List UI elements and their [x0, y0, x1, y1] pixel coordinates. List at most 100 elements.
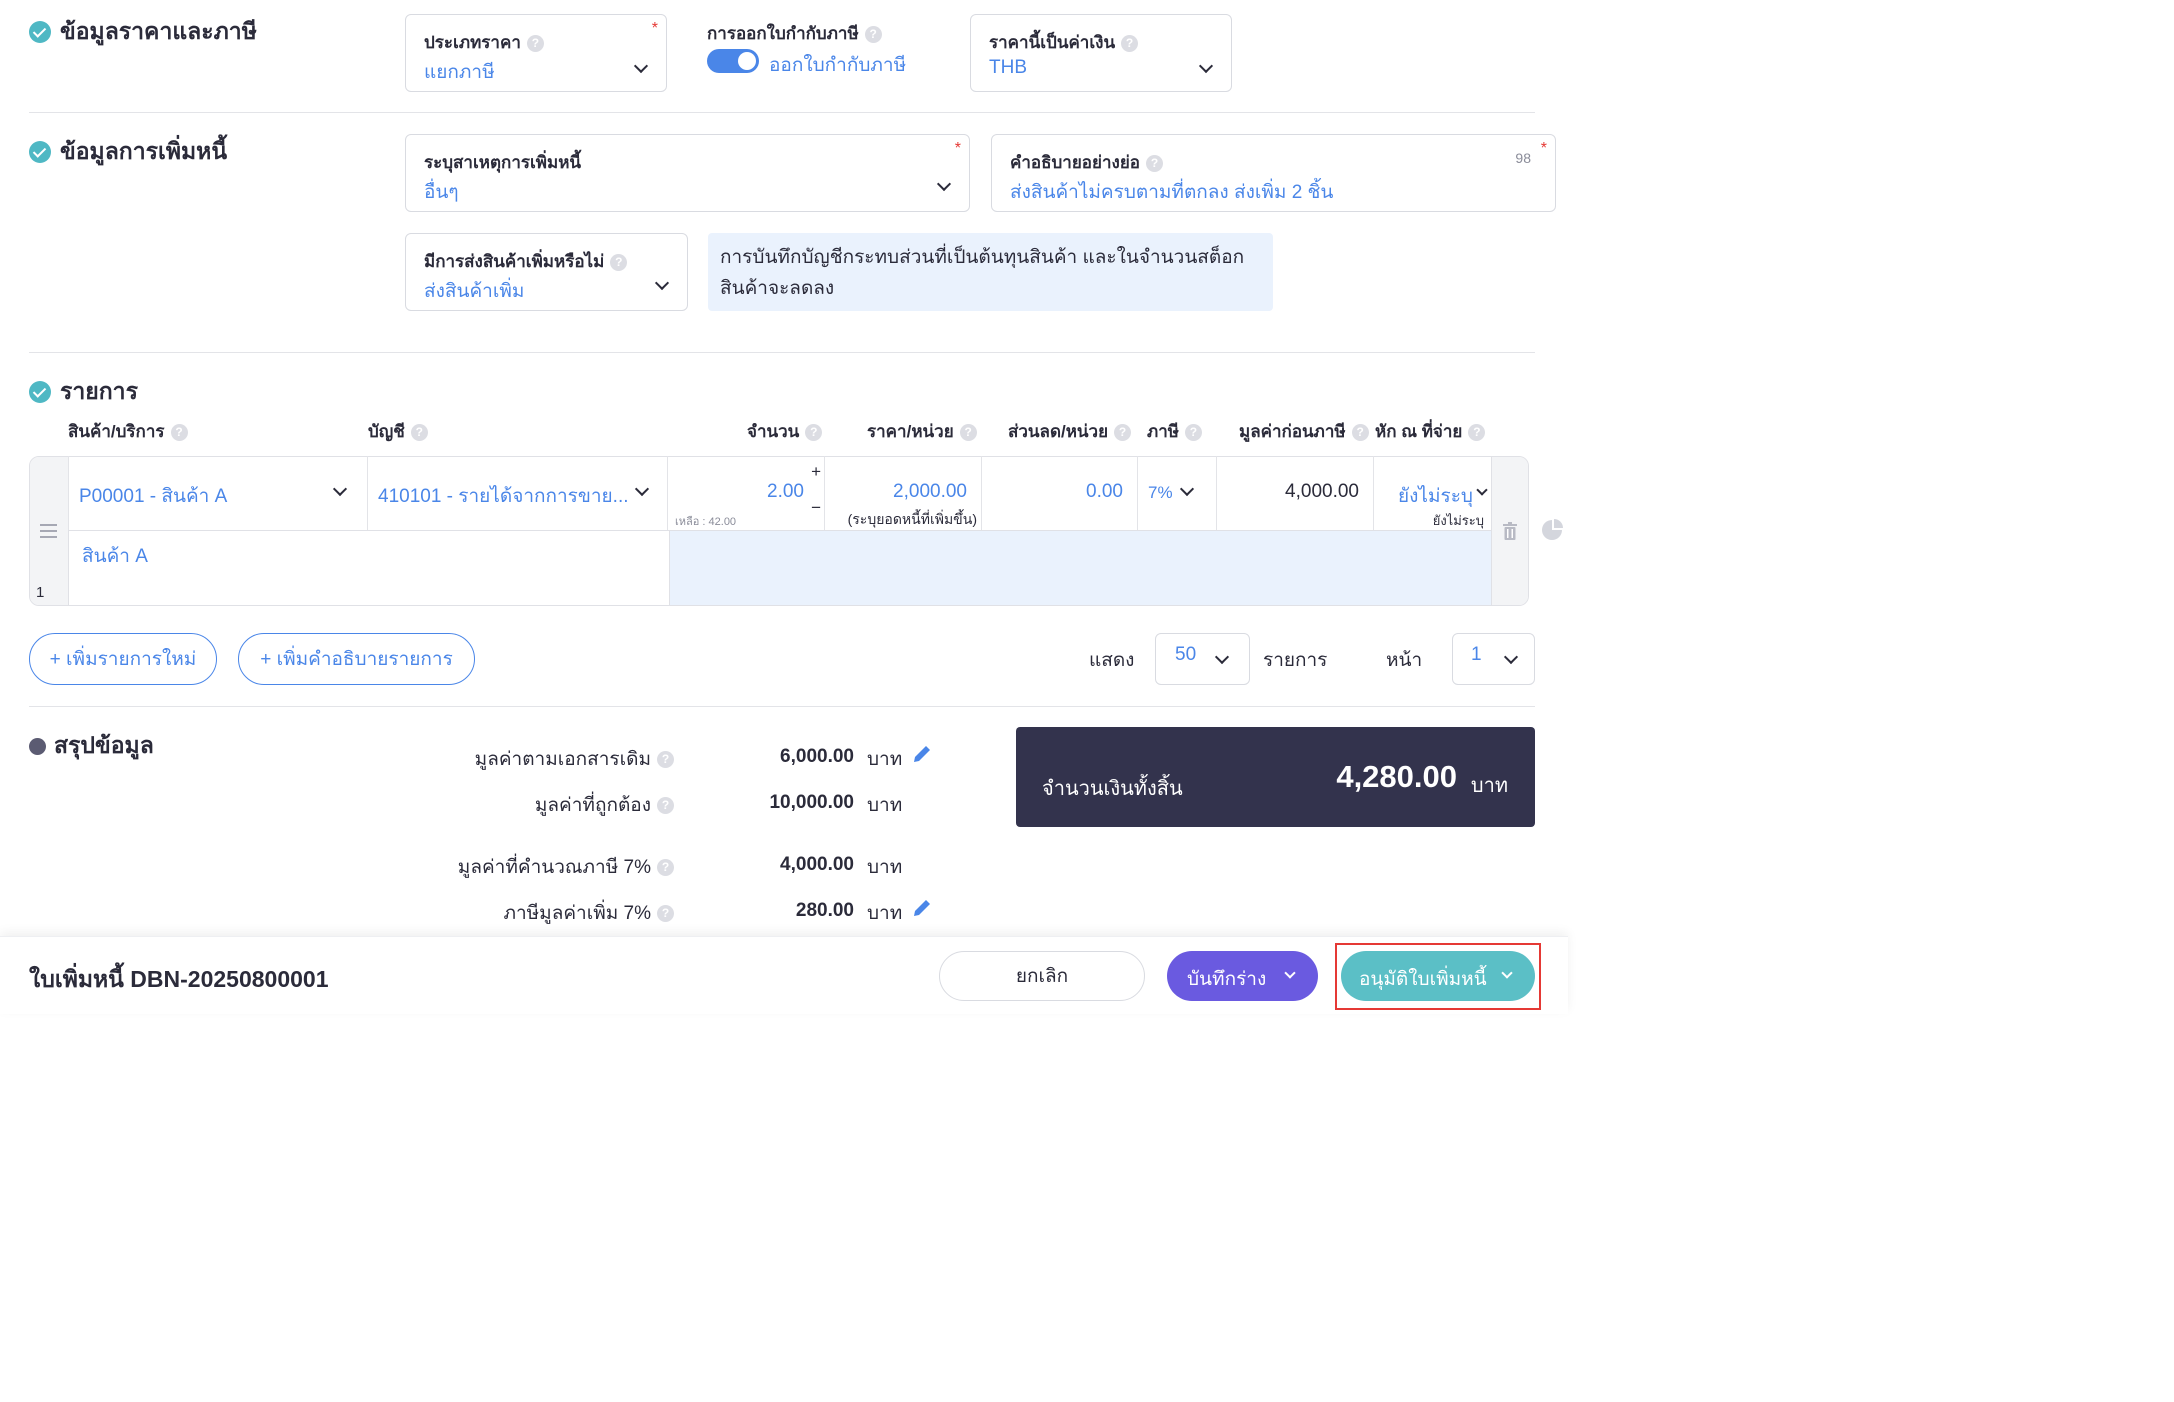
price-type-select[interactable]: ประเภทราคา? * แยกภาษี — [405, 14, 667, 92]
char-counter: 98 — [1515, 150, 1531, 166]
total-value: 4,280.00 — [1336, 759, 1457, 794]
col-header-tax: ภาษี? — [1147, 418, 1202, 445]
unit-price-input[interactable]: 2,000.00 (ระบุยอดหนี้ที่เพิ่มขึ้น) — [825, 456, 982, 530]
chevron-down-icon — [936, 176, 952, 192]
chevron-down-icon — [1198, 58, 1214, 74]
product-select[interactable]: P00001 - สินค้า A — [68, 456, 368, 530]
product-value: P00001 - สินค้า A — [79, 486, 228, 507]
col-header-withholding: หัก ณ ที่จ่าย? — [1375, 418, 1486, 445]
tax-value: 7% — [1148, 483, 1173, 502]
decrement-icon[interactable]: − — [811, 498, 821, 518]
status-dot — [29, 737, 46, 755]
row-divider — [69, 530, 1491, 531]
account-value: 410101 - รายได้จากการขาย... — [378, 486, 629, 507]
qty-value: 2.00 — [767, 481, 804, 502]
divider — [29, 112, 1535, 113]
tax-invoice-toggle[interactable] — [707, 49, 759, 73]
chevron-down-icon — [1501, 967, 1513, 979]
section-debit-info: ข้อมูลการเพิ่มหนี้ — [29, 134, 227, 170]
col-header-discount: ส่วนลด/หน่วย? — [1008, 418, 1132, 445]
debit-reason-select[interactable]: ระบุสาเหตุการเพิ่มหนี้ * อื่นๆ — [405, 134, 970, 212]
info-note: การบันทึกบัญชีกระทบส่วนที่เป็นต้นทุนสินค… — [708, 233, 1273, 311]
approve-button[interactable]: อนุมัติใบเพิ่มหนี้ — [1341, 951, 1535, 1001]
qty-remaining: เหลือ : 42.00 — [675, 516, 737, 528]
short-description-field[interactable]: คำอธิบายอย่างย่อ? 98 * ส่งสินค้าไม่ครบตา… — [991, 134, 1556, 212]
help-icon: ? — [657, 905, 674, 923]
page-select[interactable]: 1 — [1452, 633, 1535, 685]
section-summary: สรุปข้อมูล — [29, 728, 154, 764]
item-description[interactable]: สินค้า A — [82, 541, 148, 571]
total-currency: บาท — [1470, 775, 1508, 797]
add-description-button[interactable]: + เพิ่มคำอธิบายรายการ — [238, 633, 475, 685]
divider — [29, 352, 1535, 353]
required-marker: * — [1540, 140, 1547, 157]
tax-invoice-value: ออกใบกำกับภาษี — [769, 55, 907, 76]
extra-goods-select[interactable]: มีการส่งสินค้าเพิ่มหรือไม่? ส่งสินค้าเพิ… — [405, 233, 688, 311]
discount-input[interactable]: 0.00 — [982, 456, 1138, 530]
chevron-down-icon — [1214, 649, 1230, 665]
chevron-down-icon — [332, 481, 348, 497]
total-label: จำนวนเงินทั้งสิ้น — [1042, 778, 1183, 800]
toggle-knob — [738, 52, 756, 70]
row-divider — [669, 531, 670, 605]
section-price-tax: ข้อมูลราคาและภาษี — [29, 14, 257, 50]
document-title: ใบเพิ่มหนี้ DBN-20250800001 — [29, 966, 329, 992]
trash-icon[interactable] — [1502, 522, 1518, 540]
check-icon — [29, 381, 51, 403]
help-icon: ? — [170, 424, 188, 442]
check-icon — [29, 141, 51, 163]
help-icon: ? — [410, 424, 428, 442]
debit-reason-label: ระบุสาเหตุการเพิ่มหนี้ — [424, 153, 582, 172]
chevron-down-icon — [1179, 481, 1195, 497]
help-icon: ? — [1121, 35, 1139, 53]
currency-unit: บาท — [867, 749, 903, 770]
save-draft-button[interactable]: บันทึกร่าง — [1167, 951, 1318, 1001]
items-label: รายการ — [1263, 650, 1328, 671]
qty-stepper[interactable]: 2.00 เหลือ : 42.00 + − — [668, 456, 825, 530]
cancel-button[interactable]: ยกเลิก — [939, 951, 1145, 1001]
drag-handle-icon[interactable] — [40, 524, 57, 538]
divider — [29, 706, 1535, 707]
extra-goods-label: มีการส่งสินค้าเพิ่มหรือไม่ — [424, 252, 605, 271]
price-type-value: แยกภาษี — [424, 62, 495, 83]
pre-tax-value: 4,000.00 — [1285, 481, 1359, 502]
tax-select[interactable]: 7% — [1138, 456, 1217, 530]
price-type-label: ประเภทราคา — [424, 33, 521, 52]
currency-select[interactable]: ราคานี้เป็นค่าเงิน? THB — [970, 14, 1232, 92]
required-marker: * — [954, 140, 961, 157]
col-header-qty: จำนวน? — [747, 418, 823, 445]
help-icon: ? — [864, 26, 882, 44]
taxable-value-label: มูลค่าที่คำนวณภาษี 7%? — [458, 852, 674, 882]
help-icon: ? — [805, 424, 823, 442]
original-value-label: มูลค่าตามเอกสารเดิม? — [475, 744, 674, 774]
withholding-select[interactable]: ยังไม่ระบุ ยังไม่ระบุ — [1374, 456, 1490, 530]
short-description-value: ส่งสินค้าไม่ครบตามที่ตกลง ส่งเพิ่ม 2 ชิ้… — [1010, 182, 1334, 203]
extra-goods-value: ส่งสินค้าเพิ่ม — [424, 281, 525, 302]
edit-icon[interactable] — [912, 744, 932, 764]
vat-label: ภาษีมูลค่าเพิ่ม 7%? — [503, 898, 674, 928]
page-label: หน้า — [1386, 650, 1423, 671]
row-description-fill — [669, 531, 1491, 605]
chevron-down-icon — [1284, 967, 1296, 979]
add-item-button[interactable]: + เพิ่มรายการใหม่ — [29, 633, 217, 685]
original-value: 6,000.00 — [780, 746, 854, 767]
help-icon: ? — [959, 424, 977, 442]
short-description-label: คำอธิบายอย่างย่อ — [1010, 153, 1140, 172]
increment-icon[interactable]: + — [811, 462, 821, 482]
chevron-down-icon — [1476, 484, 1488, 496]
chevron-down-icon — [1503, 649, 1519, 665]
help-icon: ? — [1184, 424, 1202, 442]
pie-chart-icon[interactable] — [1540, 518, 1564, 542]
account-select[interactable]: 410101 - รายได้จากการขาย... — [368, 456, 668, 530]
withholding-sub: ยังไม่ระบุ — [1432, 513, 1484, 528]
currency-value: THB — [989, 57, 1027, 78]
col-header-unit-price: ราคา/หน่วย? — [867, 418, 977, 445]
unit-price-note: (ระบุยอดหนี้ที่เพิ่มขึ้น) — [847, 511, 977, 527]
per-page-select[interactable]: 50 — [1155, 633, 1250, 685]
save-draft-label: บันทึกร่าง — [1187, 969, 1267, 990]
correct-value-label: มูลค่าที่ถูกต้อง? — [535, 790, 674, 820]
total-panel: จำนวนเงินทั้งสิ้น 4,280.00 บาท — [1016, 727, 1535, 827]
help-icon: ? — [526, 35, 544, 53]
edit-icon[interactable] — [912, 898, 932, 918]
help-icon: ? — [1114, 424, 1132, 442]
